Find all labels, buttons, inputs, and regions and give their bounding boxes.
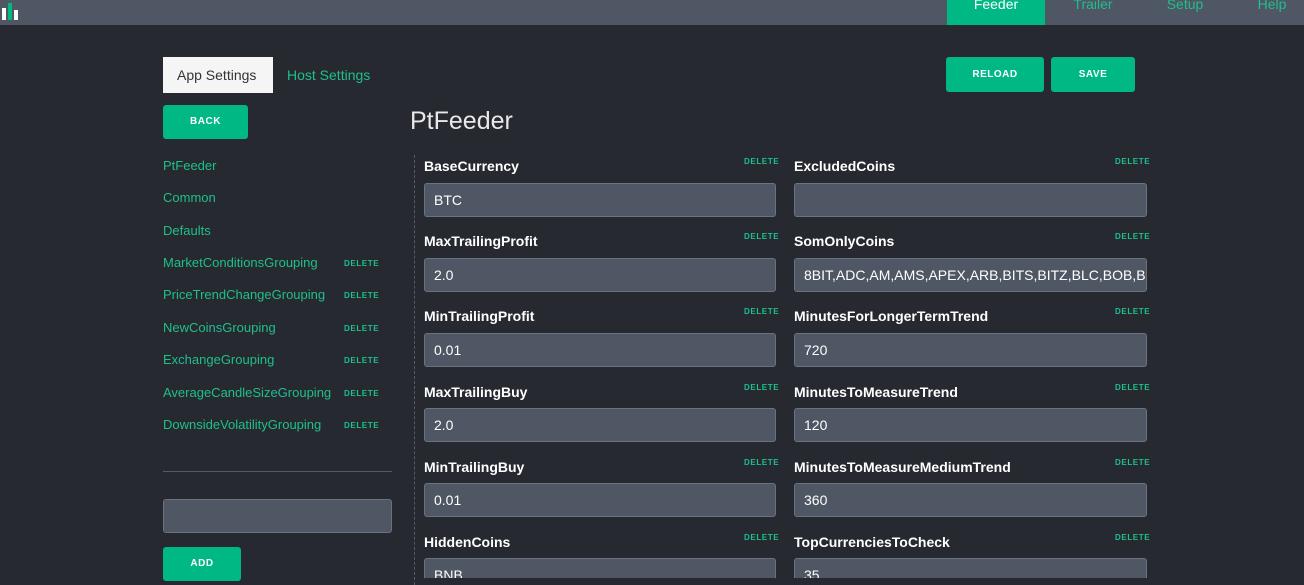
field-label-topcurrenciestocheck: TopCurrenciesToCheck: [794, 534, 950, 550]
field-label-somonlycoins: SomOnlyCoins: [794, 233, 895, 249]
field-label-maxtrailingbuy: MaxTrailingBuy: [424, 384, 528, 400]
field-input-topcurrenciestocheck[interactable]: 35: [794, 558, 1147, 578]
field-label-hiddencoins: HiddenCoins: [424, 534, 511, 550]
nav-tab-help[interactable]: Help: [1240, 0, 1304, 25]
field-label-maxtrailingprofit: MaxTrailingProfit: [424, 233, 538, 249]
tab-host-settings[interactable]: Host Settings: [273, 57, 384, 93]
sidebar-item-averagecandlesizegrouping[interactable]: AverageCandleSizeGrouping: [163, 385, 331, 400]
field-delete-button[interactable]: DELETE: [744, 458, 779, 467]
field-input-somonlycoins[interactable]: 8BIT,ADC,AM,AMS,APEX,ARB,BITS,BITZ,BLC,B…: [794, 258, 1147, 292]
tab-app-settings[interactable]: App Settings: [163, 57, 273, 93]
field-input-minutestomeasuretrend[interactable]: 120: [794, 408, 1147, 442]
sidebar-delete-button[interactable]: DELETE: [344, 259, 379, 268]
field-delete-button[interactable]: DELETE: [1115, 157, 1150, 166]
sidebar-delete-button[interactable]: DELETE: [344, 389, 379, 398]
back-button[interactable]: BACK: [163, 105, 248, 139]
save-button[interactable]: SAVE: [1051, 57, 1135, 92]
add-button[interactable]: ADD: [163, 547, 241, 581]
field-input-hiddencoins[interactable]: BNB: [424, 558, 776, 578]
sidebar-delete-button[interactable]: DELETE: [344, 421, 379, 430]
field-delete-button[interactable]: DELETE: [1115, 383, 1150, 392]
field-label-mintrailingprofit: MinTrailingProfit: [424, 308, 535, 324]
field-label-basecurrency: BaseCurrency: [424, 158, 519, 174]
field-input-maxtrailingprofit[interactable]: 2.0: [424, 258, 776, 292]
page-title: PtFeeder: [410, 107, 513, 135]
sidebar-item-downsidevolatilitygrouping[interactable]: DownsideVolatilityGrouping: [163, 417, 321, 432]
sidebar-item-defaults[interactable]: Defaults: [163, 223, 211, 238]
nav-tab-trailer[interactable]: Trailer: [1058, 0, 1128, 25]
field-delete-button[interactable]: DELETE: [744, 157, 779, 166]
app-logo-icon: [0, 0, 20, 20]
nav-tab-setup[interactable]: Setup: [1150, 0, 1220, 25]
field-delete-button[interactable]: DELETE: [1115, 307, 1150, 316]
field-delete-button[interactable]: DELETE: [744, 232, 779, 241]
field-label-mintrailingbuy: MinTrailingBuy: [424, 459, 525, 475]
field-input-excludedcoins[interactable]: [794, 183, 1147, 217]
field-input-minutesforlongertermtrend[interactable]: 720: [794, 333, 1147, 367]
new-group-input[interactable]: [163, 499, 392, 533]
field-input-minutestomeasuremediumtrend[interactable]: 360: [794, 483, 1147, 517]
field-delete-button[interactable]: DELETE: [1115, 533, 1150, 542]
field-delete-button[interactable]: DELETE: [744, 383, 779, 392]
sidebar-item-ptfeeder[interactable]: PtFeeder: [163, 158, 216, 173]
reload-button[interactable]: RELOAD: [946, 57, 1044, 92]
sidebar-delete-button[interactable]: DELETE: [344, 291, 379, 300]
sidebar-item-common[interactable]: Common: [163, 190, 216, 205]
field-label-minutestomeasuretrend: MinutesToMeasureTrend: [794, 384, 958, 400]
sidebar-delete-button[interactable]: DELETE: [344, 356, 379, 365]
field-label-excludedcoins: ExcludedCoins: [794, 158, 896, 174]
content-divider: [414, 155, 415, 585]
sidebar-item-pricetrendchangegrouping[interactable]: PriceTrendChangeGrouping: [163, 287, 325, 302]
sidebar-item-exchangegrouping[interactable]: ExchangeGrouping: [163, 352, 274, 367]
field-delete-button[interactable]: DELETE: [1115, 232, 1150, 241]
field-delete-button[interactable]: DELETE: [1115, 458, 1150, 467]
field-delete-button[interactable]: DELETE: [744, 307, 779, 316]
field-input-mintrailingprofit[interactable]: 0.01: [424, 333, 776, 367]
sidebar-delete-button[interactable]: DELETE: [344, 324, 379, 333]
field-label-minutestomeasuremediumtrend: MinutesToMeasureMediumTrend: [794, 459, 1011, 475]
field-input-basecurrency[interactable]: BTC: [424, 183, 776, 217]
field-label-minutesforlongertermtrend: MinutesForLongerTermTrend: [794, 308, 989, 324]
field-delete-button[interactable]: DELETE: [744, 533, 779, 542]
field-input-maxtrailingbuy[interactable]: 2.0: [424, 408, 776, 442]
sidebar-item-marketconditionsgrouping[interactable]: MarketConditionsGrouping: [163, 255, 318, 270]
nav-tab-feeder[interactable]: Feeder: [947, 0, 1045, 25]
sidebar-divider: [163, 471, 392, 472]
field-input-mintrailingbuy[interactable]: 0.01: [424, 483, 776, 517]
top-nav-bar: Feeder Trailer Setup Help: [0, 0, 1304, 25]
sidebar-item-newcoinsgrouping[interactable]: NewCoinsGrouping: [163, 320, 276, 335]
